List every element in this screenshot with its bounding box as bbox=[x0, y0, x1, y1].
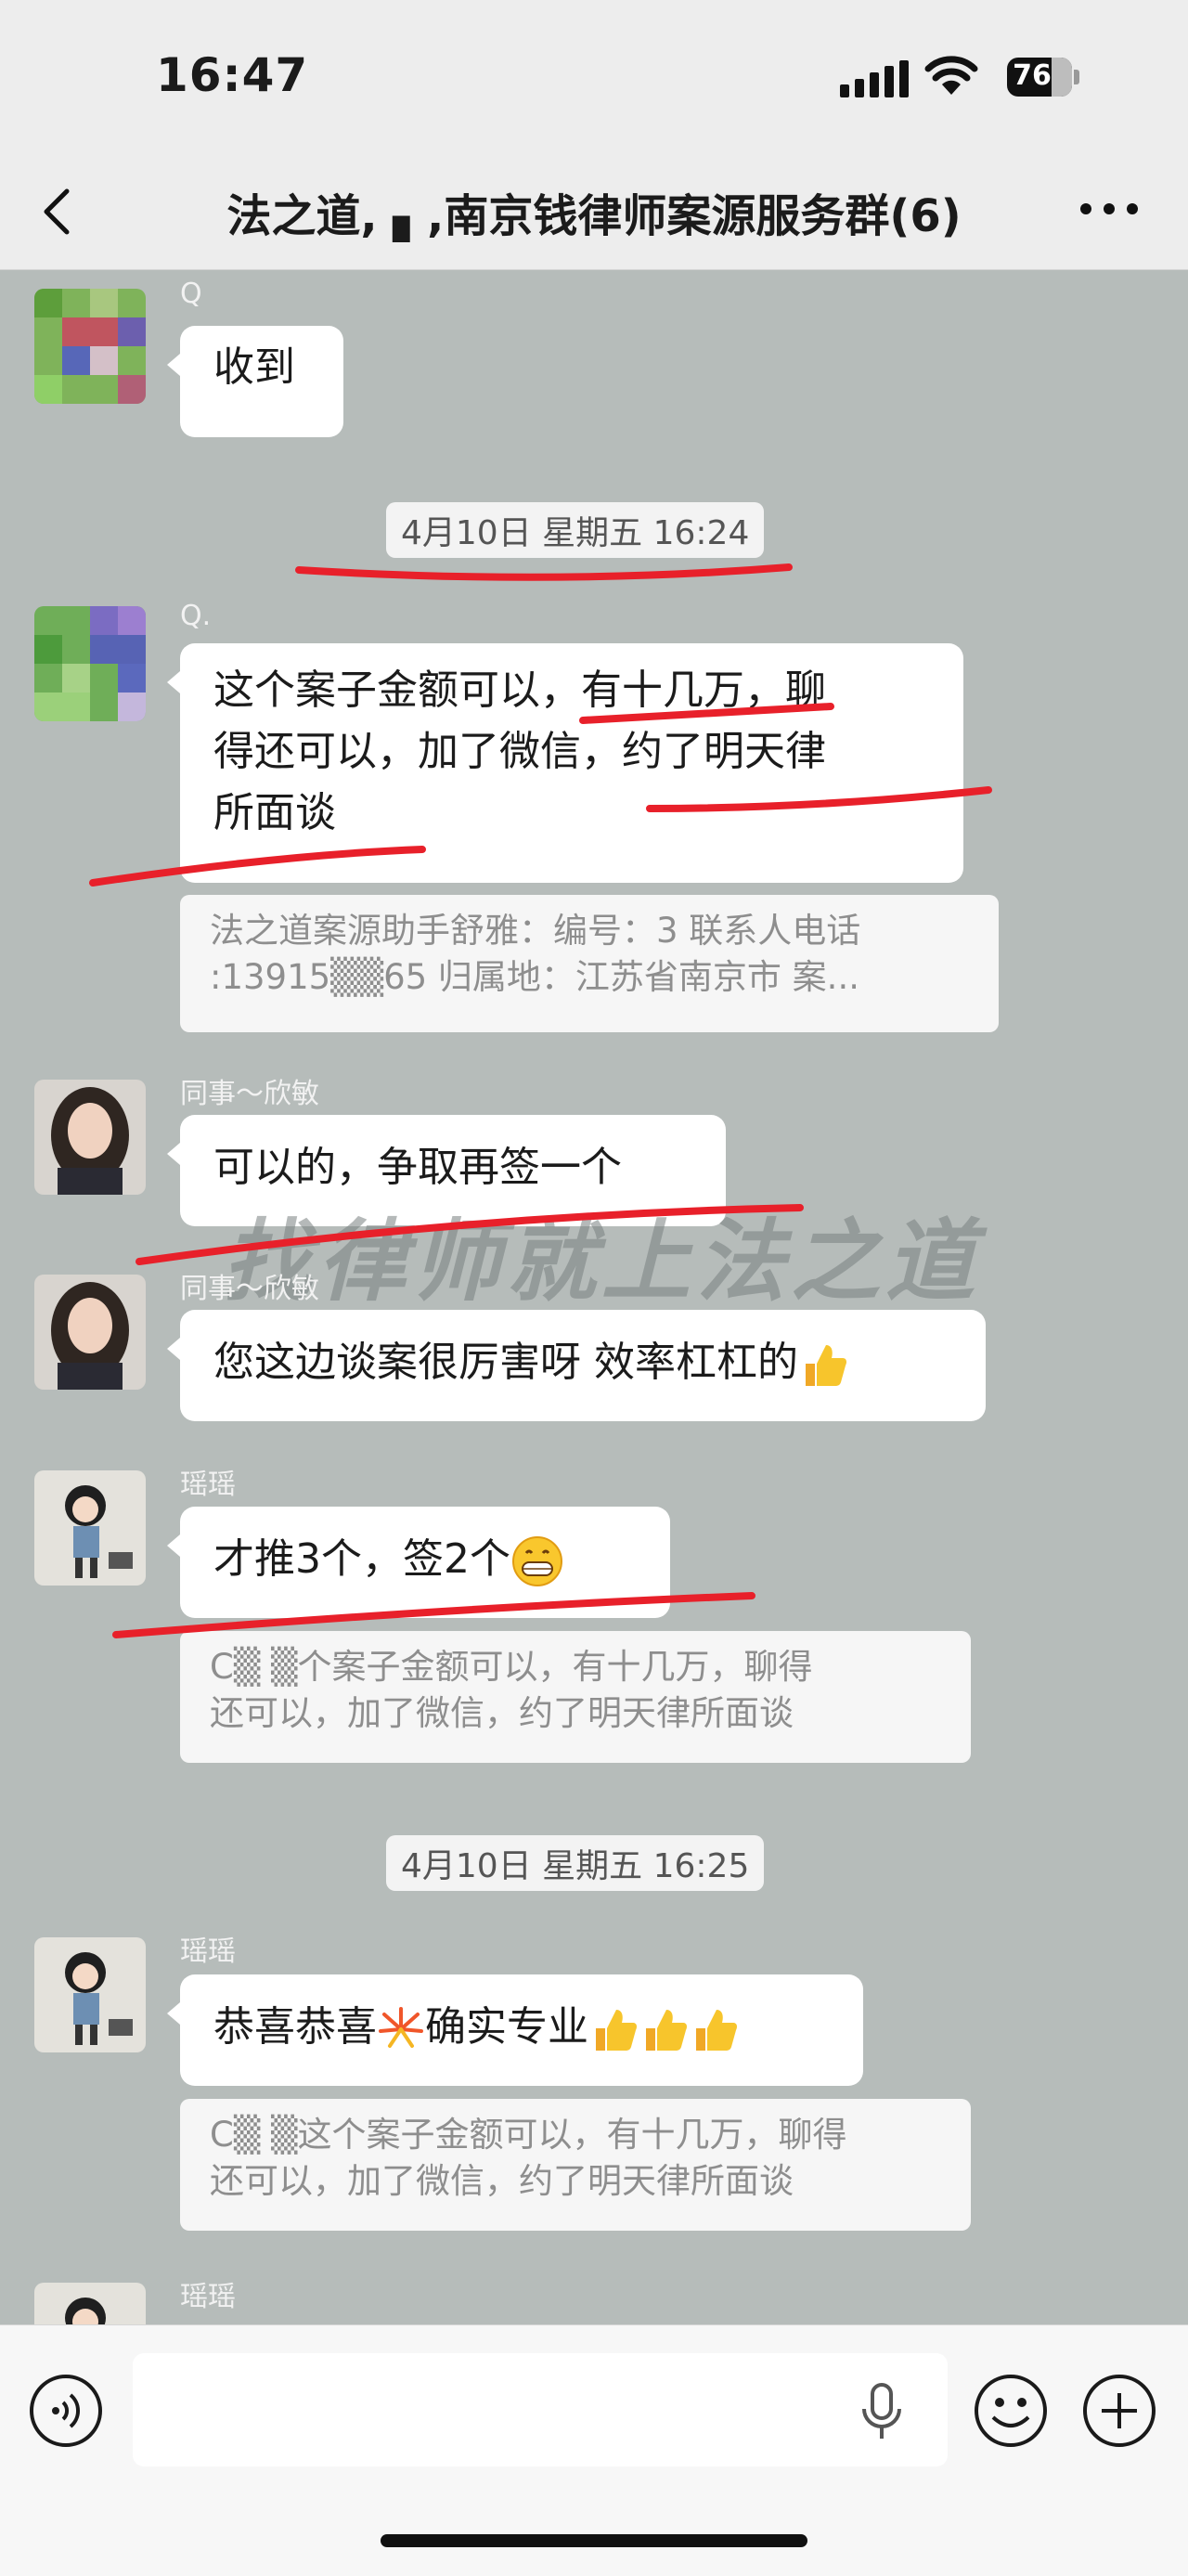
plus-icon[interactable] bbox=[1081, 2373, 1157, 2449]
microphone-icon[interactable] bbox=[859, 2381, 905, 2442]
sender-name: Q bbox=[180, 278, 202, 310]
status-time: 16:47 bbox=[156, 48, 309, 102]
battery-level: 76 bbox=[1013, 59, 1052, 92]
message-line: 这个案子金额可以，有十几万，聊 bbox=[213, 667, 826, 714]
message-list[interactable]: Q 收到 4月10日 星期五 16:24 Q. 这个案子金额可以，有十几万，聊 … bbox=[0, 270, 1188, 2324]
message-input[interactable] bbox=[133, 2353, 948, 2466]
avatar[interactable] bbox=[34, 1937, 146, 2052]
thumbs-up-emoji bbox=[806, 1345, 846, 1386]
message-text: 恭喜恭喜 bbox=[213, 2003, 377, 2051]
message-bubble[interactable]: 收到 bbox=[167, 326, 343, 437]
watermark: 找律师就上法之道 bbox=[223, 1210, 980, 1314]
quote-line: C▒ ▒个案子金额可以，有十几万，聊得 bbox=[210, 1647, 813, 1687]
quote-line: :13915▒▒65 归属地：江苏省南京市 案... bbox=[210, 957, 859, 997]
quote-line: C▒ ▒这个案子金额可以，有十几万，聊得 bbox=[210, 2115, 847, 2155]
message-bubble[interactable]: 才推3个，签2个 bbox=[167, 1507, 670, 1618]
cellular-signal-icon bbox=[840, 60, 909, 97]
smile-icon[interactable] bbox=[973, 2373, 1049, 2449]
avatar[interactable] bbox=[34, 289, 146, 404]
chat-title: 法之道, ▖,南京钱律师案源服务群(6) bbox=[226, 190, 962, 242]
timestamp: 4月10日 星期五 16:25 bbox=[386, 1835, 765, 1891]
timestamp: 4月10日 星期五 16:24 bbox=[386, 502, 765, 558]
sender-name: 同事～欣敏 bbox=[180, 1273, 319, 1305]
thumbs-up-emoji bbox=[696, 2010, 737, 2051]
sender-name: Q. bbox=[180, 600, 212, 632]
grin-emoji bbox=[512, 1536, 562, 1586]
chat-screen: 16:47 76 法之道, ▖,南京钱律师案源服务群(6) Q 收到 4月10日… bbox=[0, 0, 1188, 2576]
sender-name: 瑶瑶 bbox=[180, 1935, 236, 1968]
wifi-icon bbox=[924, 56, 978, 95]
avatar[interactable] bbox=[34, 1080, 146, 1195]
battery-icon: 76 bbox=[1007, 58, 1081, 97]
home-indicator[interactable] bbox=[381, 2534, 807, 2547]
quoted-message[interactable]: C▒ ▒个案子金额可以，有十几万，聊得 还可以，加了微信，约了明天律所面谈 bbox=[180, 1631, 971, 1763]
voice-icon[interactable] bbox=[28, 2373, 104, 2449]
avatar[interactable] bbox=[34, 606, 146, 721]
message-bubble[interactable]: 您这边谈案很厉害呀 效率杠杠的 bbox=[167, 1310, 986, 1421]
sender-name: 瑶瑶 bbox=[180, 1469, 236, 1501]
quote-line: 还可以，加了微信，约了明天律所面谈 bbox=[210, 2161, 794, 2201]
message-line: 所面谈 bbox=[213, 789, 336, 836]
quote-line: 还可以，加了微信，约了明天律所面谈 bbox=[210, 1693, 794, 1733]
message-text: 您这边谈案很厉害呀 效率杠杠的 bbox=[213, 1339, 798, 1386]
quoted-message[interactable]: C▒ ▒这个案子金额可以，有十几万，聊得 还可以，加了微信，约了明天律所面谈 bbox=[180, 2099, 971, 2231]
avatar[interactable] bbox=[34, 1275, 146, 1390]
thumbs-up-emoji bbox=[646, 2010, 687, 2051]
quoted-message[interactable]: 法之道案源助手舒雅：编号：3 联系人电话 :13915▒▒65 归属地：江苏省南… bbox=[180, 895, 999, 1032]
message-text: 才推3个，签2个 bbox=[213, 1535, 510, 1583]
message-bubble[interactable]: 这个案子金额可以，有十几万，聊 得还可以，加了微信，约了明天律 所面谈 bbox=[167, 643, 963, 883]
message-text: 确实专业 bbox=[425, 2003, 588, 2051]
firework-emoji bbox=[379, 2007, 423, 2048]
more-dots-icon[interactable] bbox=[1077, 190, 1142, 227]
sender-name: 同事～欣敏 bbox=[180, 1078, 319, 1110]
avatar[interactable] bbox=[34, 1470, 146, 1586]
message-line: 得还可以，加了微信，约了明天律 bbox=[213, 728, 826, 775]
input-bar bbox=[0, 2324, 1188, 2576]
message-bubble[interactable]: 恭喜恭喜 确实专业 bbox=[167, 1974, 863, 2086]
thumbs-up-emoji bbox=[596, 2010, 637, 2051]
sender-name: 瑶瑶 bbox=[180, 2281, 236, 2313]
avatar[interactable] bbox=[34, 2283, 146, 2324]
chat-header: 法之道, ▖,南京钱律师案源服务群(6) bbox=[0, 153, 1188, 270]
quote-line: 法之道案源助手舒雅：编号：3 联系人电话 bbox=[210, 911, 861, 951]
status-bar: 16:47 76 bbox=[0, 0, 1188, 153]
